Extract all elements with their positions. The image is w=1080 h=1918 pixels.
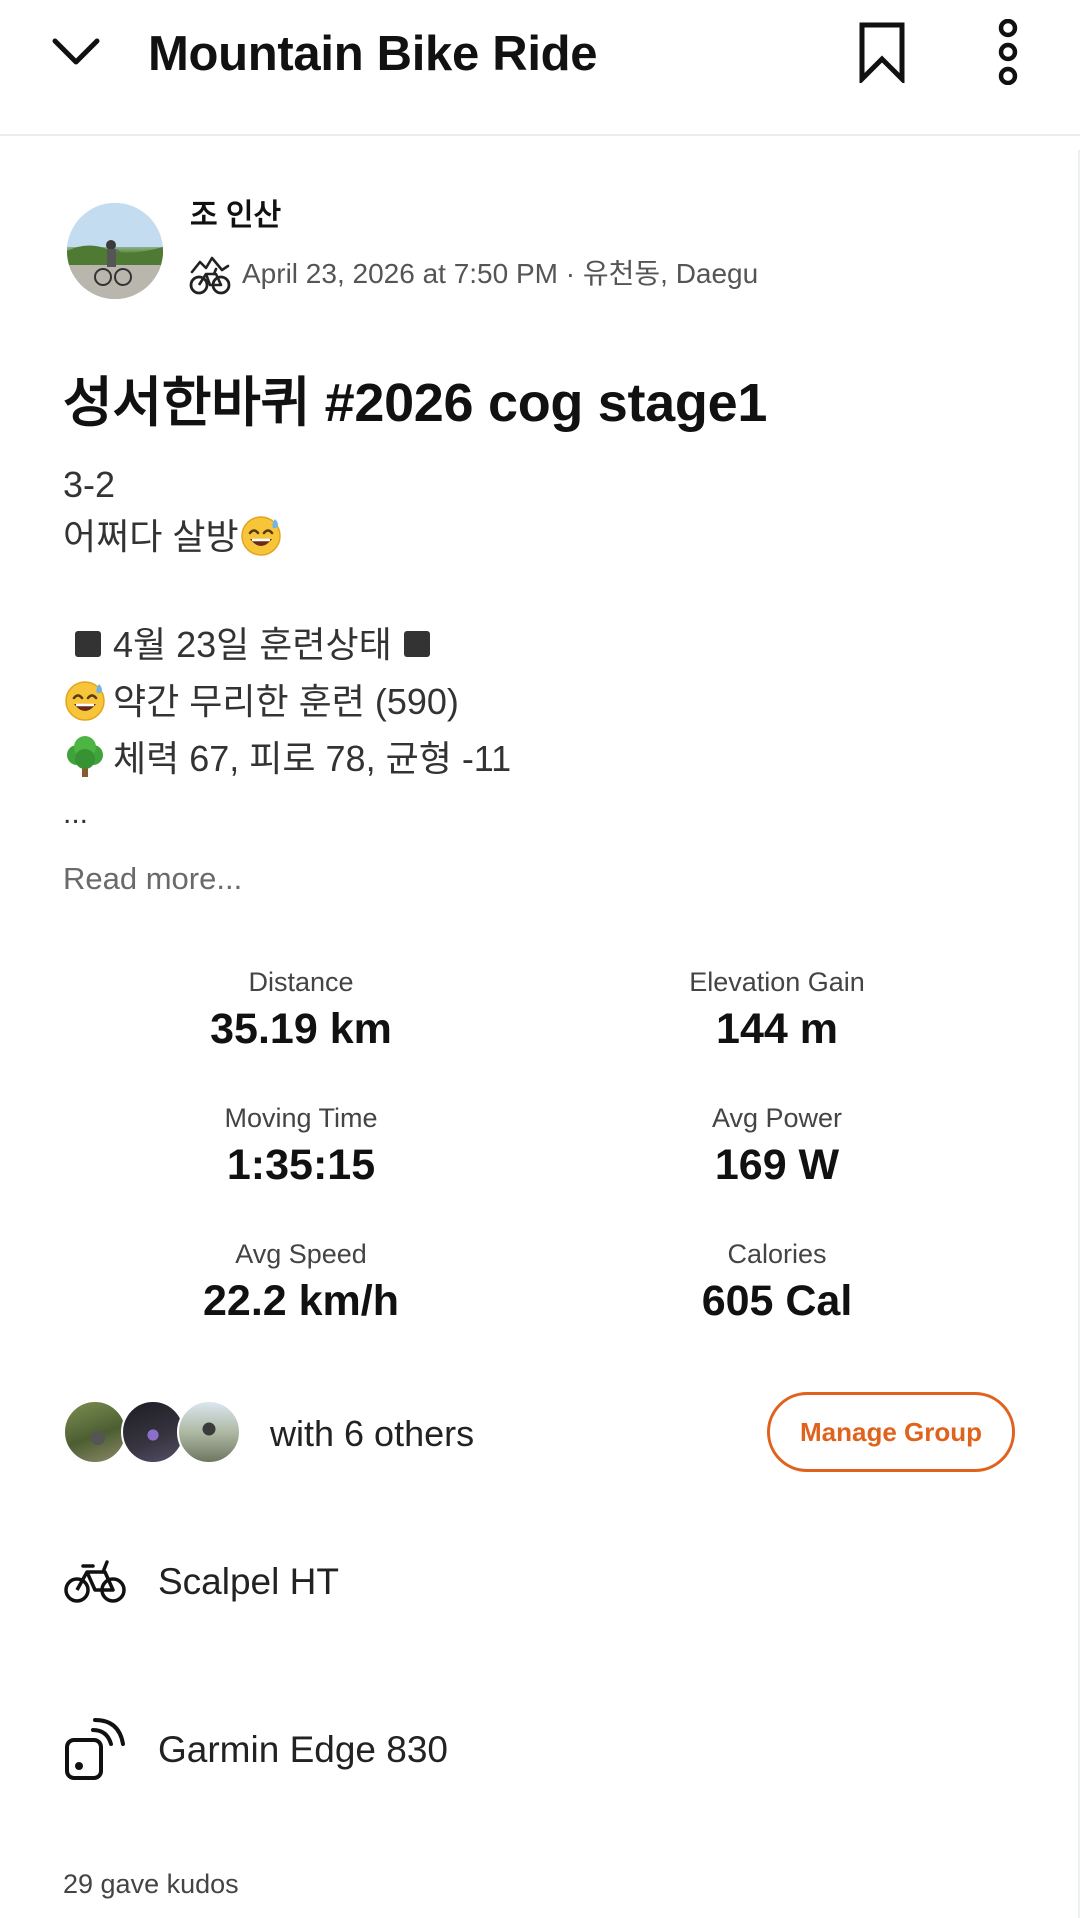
sweat-smile-emoji-icon <box>65 681 105 722</box>
group-avatars[interactable] <box>63 1400 243 1464</box>
group-member-avatar <box>121 1400 185 1464</box>
activity-meta: April 23, 2026 at 7:50 PM · 유천동, Daegu <box>242 258 759 289</box>
group-members-text[interactable]: with 6 others <box>270 1410 474 1458</box>
stat-value: 1:35:15 <box>226 1141 376 1189</box>
avatar-photo <box>67 203 163 299</box>
description-line-2: 어쩌다 살방 <box>63 513 283 561</box>
chevron-down-icon <box>52 38 100 65</box>
description-line-5: 체력 67, 피로 78, 균형 -11 <box>63 735 511 783</box>
stat-value: 605 Cal <box>701 1277 853 1325</box>
stat-elevation-gain: Elevation Gain 144 m <box>557 964 997 1056</box>
tree-emoji-icon <box>67 736 103 778</box>
device-name: Garmin Edge 830 <box>158 1729 449 1770</box>
device-sync-icon <box>65 1718 125 1780</box>
description-text: 4월 23일 훈련상태 <box>113 624 392 665</box>
athlete-avatar[interactable] <box>67 203 163 299</box>
stat-avg-speed: Avg Speed 22.2 km/h <box>81 1236 521 1328</box>
mountain-bike-icon <box>189 256 231 295</box>
stat-value: 35.19 km <box>210 1005 392 1053</box>
description-line-1: 3-2 <box>63 464 116 505</box>
stat-value: 22.2 km/h <box>203 1277 399 1325</box>
manage-group-button[interactable]: Manage Group <box>767 1392 1015 1472</box>
more-vertical-icon <box>998 19 1018 85</box>
description-line-3: 4월 23일 훈련상태 <box>63 621 442 669</box>
athlete-name[interactable]: 조 인산 <box>190 196 281 236</box>
black-square-icon <box>403 631 430 658</box>
stat-value: 169 W <box>714 1141 840 1189</box>
stat-label: Calories <box>727 1239 827 1269</box>
top-bar: Mountain Bike Ride <box>0 0 1080 136</box>
group-member-avatar <box>63 1400 127 1464</box>
group-member-avatar <box>177 1400 241 1464</box>
stat-avg-power: Avg Power 169 W <box>557 1100 997 1192</box>
back-button[interactable] <box>44 20 108 84</box>
description-text: 어쩌다 살방 <box>63 516 239 557</box>
read-more-link[interactable]: Read more... <box>63 858 242 900</box>
device-row[interactable] <box>63 1718 127 1782</box>
stat-distance: Distance 35.19 km <box>81 964 521 1056</box>
stat-calories: Calories 605 Cal <box>557 1236 997 1328</box>
description-line-4: 약간 무리한 훈련 (590) <box>63 678 459 726</box>
stat-label: Distance <box>248 967 354 997</box>
stat-label: Avg Speed <box>235 1239 367 1269</box>
description-ellipsis: ... <box>63 797 89 830</box>
sweat-smile-emoji-icon <box>240 516 281 557</box>
bike-name[interactable]: Scalpel HT <box>158 1558 339 1606</box>
bicycle-icon <box>64 1560 126 1603</box>
bike-gear-row[interactable] <box>63 1550 127 1614</box>
description-text: 약간 무리한 훈련 (590) <box>113 681 459 722</box>
description-text: 체력 67, 피로 78, 균형 -11 <box>113 738 512 779</box>
stat-value: 144 m <box>716 1005 838 1053</box>
more-options-button[interactable] <box>972 16 1044 88</box>
bookmark-button[interactable] <box>848 18 916 86</box>
activity-title: 성서한바퀴 #2026 cog stage1 <box>63 373 768 433</box>
stat-label: Moving Time <box>224 1103 378 1133</box>
black-square-icon <box>75 631 101 658</box>
page-title: Mountain Bike Ride <box>148 27 598 81</box>
bookmark-icon <box>859 22 905 83</box>
stat-label: Avg Power <box>711 1103 843 1133</box>
stat-label: Elevation Gain <box>689 967 865 997</box>
stat-moving-time: Moving Time 1:35:15 <box>81 1100 521 1192</box>
kudos-count[interactable]: 29 gave kudos <box>63 1866 239 1902</box>
